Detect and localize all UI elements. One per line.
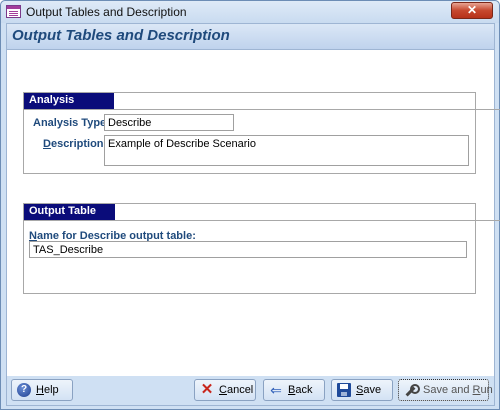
description-label-rest: escription:: [50, 138, 108, 150]
help-icon: ?: [17, 383, 31, 397]
back-button[interactable]: ⇐ Back: [263, 379, 325, 401]
analysis-type-value: Describe: [108, 117, 152, 129]
analysis-section-title: Analysis: [29, 94, 75, 106]
cancel-button-label: Cancel: [219, 384, 254, 396]
back-arrow-icon: ⇐: [270, 382, 282, 398]
cancel-icon: ✕: [200, 381, 214, 398]
form-header: Output Tables and Description: [7, 24, 494, 50]
window-title: Output Tables and Description: [26, 5, 187, 19]
help-button[interactable]: ? Help: [11, 379, 73, 401]
analysis-type-field[interactable]: Describe: [104, 114, 234, 131]
analysis-type-label: Analysis Type:: [33, 117, 110, 129]
run-tool-icon: [404, 383, 420, 397]
form-body: Output Tables and Description Analysis A…: [6, 23, 500, 406]
save-and-run-button-label: Save and Run: [423, 384, 493, 396]
description-field[interactable]: Example of Describe Scenario: [104, 135, 469, 166]
description-label: Description:: [43, 138, 107, 150]
save-button-label: Save: [356, 384, 382, 396]
help-button-label: Help: [36, 384, 59, 396]
dialog-window: Output Tables and Description ✕ Output T…: [0, 0, 500, 410]
close-button[interactable]: ✕: [451, 2, 493, 19]
output-table-section-title: Output Table: [29, 205, 97, 217]
form-app-icon: [6, 5, 21, 18]
form-title: Output Tables and Description: [12, 27, 230, 44]
output-table-section-header: Output Table: [24, 204, 500, 221]
analysis-group: Analysis Analysis Type: Describe Descrip…: [23, 92, 500, 174]
output-table-group: Output Table Name for Describe output ta…: [23, 203, 500, 294]
save-button[interactable]: Save: [331, 379, 393, 401]
floppy-disk-icon: [337, 383, 351, 397]
description-value: Example of Describe Scenario: [108, 138, 256, 150]
back-button-label: Back: [288, 384, 313, 396]
close-icon: ✕: [466, 3, 478, 17]
footer-bar: ? Help ✕ Cancel ⇐ Back Save Save and Run: [7, 376, 494, 405]
save-and-run-button[interactable]: Save and Run: [398, 379, 493, 401]
title-bar[interactable]: Output Tables and Description ✕: [1, 1, 499, 23]
output-table-name-value: TAS_Describe: [33, 244, 104, 256]
cancel-button[interactable]: ✕ Cancel: [194, 379, 256, 401]
analysis-section-header: Analysis: [24, 93, 500, 110]
description-label-accel: D: [43, 138, 51, 150]
output-table-name-field[interactable]: TAS_Describe: [29, 241, 467, 258]
